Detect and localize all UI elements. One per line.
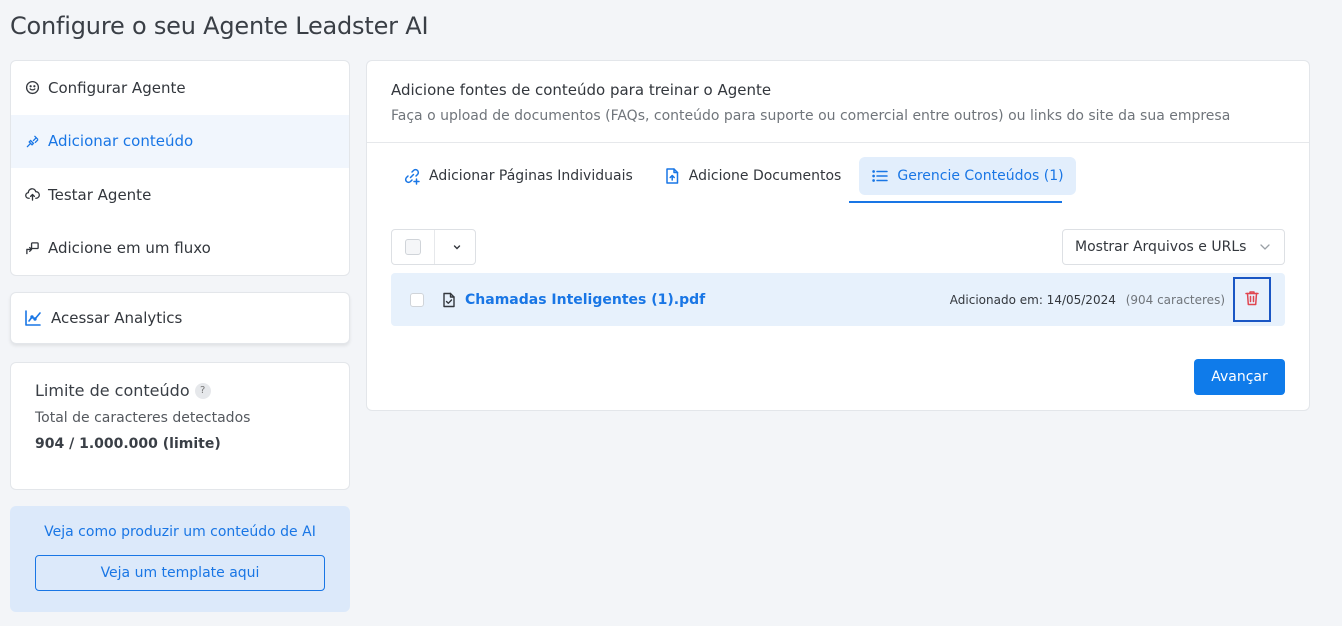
divider [434, 230, 435, 264]
main-panel: Adicione fontes de conteúdo para treinar… [366, 60, 1310, 411]
file-name-link[interactable]: Chamadas Inteligentes (1).pdf [465, 292, 705, 308]
chevron-down-icon[interactable] [452, 242, 462, 252]
tip-card: Veja como produzir um conteúdo de AI Vej… [10, 506, 350, 612]
sidebar-item-adicione-fluxo[interactable]: Adicione em um fluxo [11, 222, 349, 276]
tip-text: Veja como produzir um conteúdo de AI [44, 524, 316, 540]
sidebar-item-label: Adicione em um fluxo [48, 239, 211, 258]
template-button[interactable]: Veja um template aqui [35, 555, 325, 591]
tab-add-documents[interactable]: Adicione Documentos [651, 157, 854, 195]
cloud-upload-icon [23, 186, 41, 204]
limit-value: 904 / 1.000.000 (limite) [35, 436, 221, 452]
section-subtitle: Faça o upload de documentos (FAQs, conte… [391, 108, 1231, 124]
file-toolbar: Mostrar Arquivos e URLs [391, 229, 1285, 265]
sidebar-nav: Configurar Agente Adicionar conteúdo Tes… [10, 60, 350, 276]
limit-title: Limite de conteúdo [35, 381, 190, 400]
list-icon [871, 167, 889, 185]
analytics-label: Acessar Analytics [51, 309, 183, 327]
tab-label: Gerencie Conteúdos (1) [897, 168, 1064, 184]
sidebar-item-configurar-agente[interactable]: Configurar Agente [11, 61, 349, 115]
tab-manage-content[interactable]: Gerencie Conteúdos (1) [859, 157, 1076, 195]
smile-icon [23, 79, 41, 97]
file-upload-icon [663, 167, 681, 185]
file-row: Chamadas Inteligentes (1).pdf Adicionado… [391, 273, 1285, 326]
tab-label: Adicionar Páginas Individuais [429, 168, 633, 184]
sidebar-item-label: Adicionar conteúdo [48, 132, 194, 151]
sidebar-item-label: Configurar Agente [48, 78, 186, 97]
next-button[interactable]: Avançar [1194, 359, 1285, 395]
sidebar-item-testar-agente[interactable]: Testar Agente [11, 168, 349, 222]
file-added-date: Adicionado em: 14/05/2024 [949, 292, 1116, 307]
link-add-icon [403, 167, 421, 185]
analytics-button[interactable]: Acessar Analytics [10, 292, 350, 344]
file-checkbox[interactable] [410, 292, 424, 307]
file-meta: Adicionado em: 14/05/2024 (904 caractere… [950, 293, 1225, 307]
delete-button[interactable] [1233, 277, 1271, 322]
content-limit-card: Limite de conteúdo ? Total de caracteres… [10, 362, 350, 490]
content-tabs: Adicionar Páginas Individuais Adicione D… [391, 157, 1082, 205]
page-title: Configure o seu Agente Leadster AI [10, 12, 429, 40]
sidebar-item-label: Testar Agente [48, 185, 152, 204]
section-title: Adicione fontes de conteúdo para treinar… [391, 81, 772, 99]
chevron-down-icon [1258, 240, 1272, 254]
filter-value: Mostrar Arquivos e URLs [1075, 239, 1247, 255]
plug-icon [23, 132, 41, 150]
trash-icon [1243, 289, 1261, 311]
sidebar-item-adicionar-conteudo[interactable]: Adicionar conteúdo [11, 114, 349, 168]
flow-icon [23, 239, 41, 257]
file-char-count: (904 caracteres) [1125, 292, 1225, 307]
help-icon[interactable]: ? [194, 382, 211, 399]
chart-icon [24, 309, 42, 327]
tab-add-pages[interactable]: Adicionar Páginas Individuais [391, 157, 645, 195]
limit-subtitle: Total de caracteres detectados [35, 410, 251, 426]
tab-label: Adicione Documentos [688, 168, 842, 184]
active-tab-indicator [849, 201, 1062, 203]
select-all-checkbox[interactable] [405, 239, 421, 255]
document-check-icon [441, 292, 457, 308]
select-all-dropdown[interactable] [391, 229, 476, 265]
filter-select[interactable]: Mostrar Arquivos e URLs [1062, 229, 1285, 265]
